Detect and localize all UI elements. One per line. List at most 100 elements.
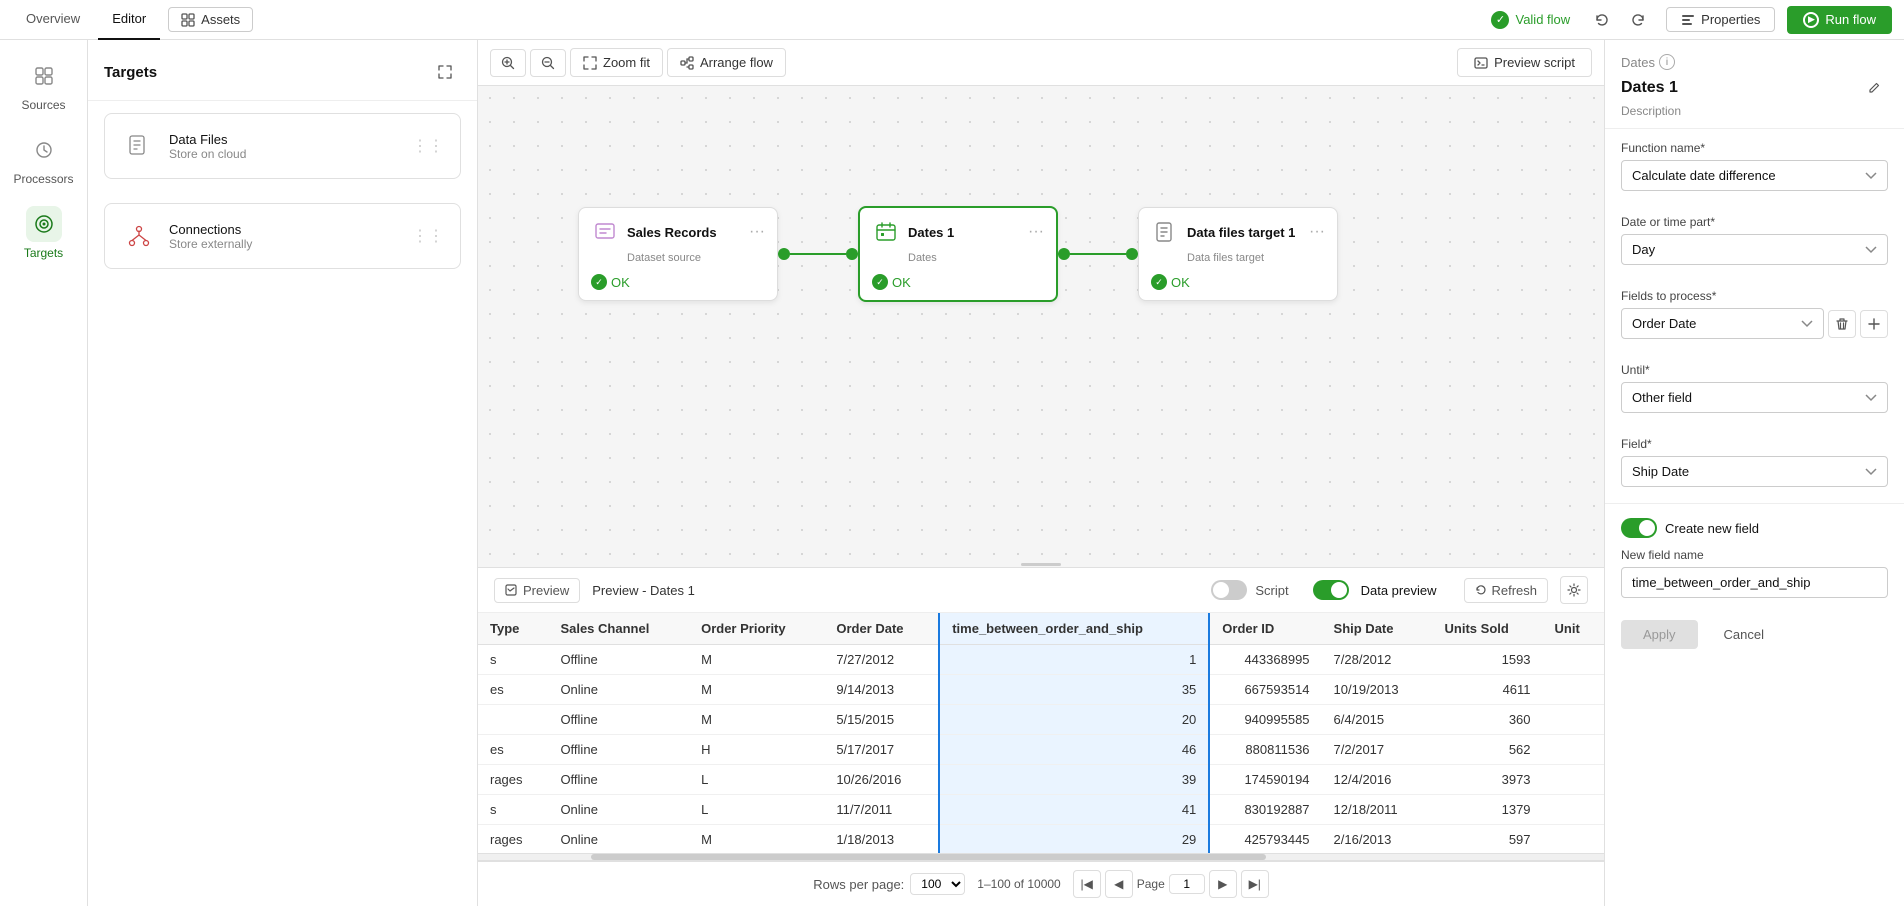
sales-records-node[interactable]: Sales Records ··· Dataset source ✓ OK [578,207,778,301]
tab-overview[interactable]: Overview [12,0,94,40]
edit-icon [1867,81,1881,95]
data-files-target-sub: Data files target [1139,252,1337,268]
function-name-label: Function name* [1621,141,1888,155]
table-row: esOnlineM9/14/20133566759351410/19/20134… [478,675,1604,705]
table-cell: 12/4/2016 [1322,765,1433,795]
data-files-target-node[interactable]: Data files target 1 ··· Data files targe… [1138,207,1338,301]
preview-header: Preview Preview - Dates 1 Script Data pr… [478,568,1604,613]
col-ship-date[interactable]: Ship Date [1322,613,1433,645]
zoom-fit-button[interactable]: Zoom fit [570,48,663,77]
zoom-in-button[interactable] [490,49,526,77]
table-row: OfflineM5/15/2015209409955856/4/2015360 [478,705,1604,735]
script-toggle[interactable] [1211,580,1247,600]
sales-records-menu[interactable]: ··· [749,223,765,241]
sidebar-item-targets[interactable]: Targets [8,196,80,270]
col-unit[interactable]: Unit [1543,613,1604,645]
sidebar-item-sources[interactable]: Sources [8,48,80,122]
refresh-button[interactable]: Refresh [1464,578,1548,603]
col-units-sold[interactable]: Units Sold [1433,613,1543,645]
date-part-select[interactable]: Day [1621,234,1888,265]
until-label: Until* [1621,363,1888,377]
field-label: Field* [1621,437,1888,451]
resize-handle[interactable] [1011,561,1071,567]
redo-button[interactable] [1622,4,1654,36]
redo-icon [1630,12,1646,28]
data-files-target-menu[interactable]: ··· [1309,223,1325,241]
data-table-wrap[interactable]: Type Sales Channel Order Priority Order … [478,613,1604,853]
table-cell: M [689,675,824,705]
table-cell: 11/7/2011 [824,795,939,825]
zoom-out-button[interactable] [530,49,566,77]
table-cell: Online [548,675,689,705]
rows-per-page: Rows per page: 100 50 25 [813,873,965,895]
delete-field-button[interactable] [1828,310,1856,338]
undo-button[interactable] [1586,4,1618,36]
col-order-priority[interactable]: Order Priority [689,613,824,645]
col-order-date[interactable]: Order Date [824,613,939,645]
sidebar-item-processors[interactable]: Processors [8,122,80,196]
apply-button[interactable]: Apply [1621,620,1698,649]
field-select[interactable]: Ship Date [1621,456,1888,487]
data-preview-toggle[interactable] [1313,580,1349,600]
function-name-select[interactable]: Calculate date difference [1621,160,1888,191]
table-cell: Online [548,795,689,825]
preview-script-icon [1474,56,1488,70]
until-select[interactable]: Other field [1621,382,1888,413]
script-toggle-row: Script [1211,580,1288,600]
data-files-card[interactable]: Data Files Store on cloud ⋮⋮ [104,113,461,179]
undo-icon [1594,12,1610,28]
properties-button[interactable]: Properties [1666,7,1775,32]
left-sidebar: Sources Processors Targets [0,40,88,906]
breadcrumb: Dates i [1621,54,1888,70]
data-files-drag-handle[interactable]: ⋮⋮ [412,136,444,156]
new-field-name-input[interactable] [1621,567,1888,598]
preview-tab-button[interactable]: Preview [494,578,580,603]
page-number-input[interactable] [1169,874,1205,894]
col-type[interactable]: Type [478,613,548,645]
flow-canvas[interactable]: Sales Records ··· Dataset source ✓ OK [478,86,1604,567]
preview-script-button[interactable]: Preview script [1457,48,1592,77]
canvas-toolbar: Zoom fit Arrange flow Preview script [478,40,1604,86]
tab-editor[interactable]: Editor [98,0,160,40]
arrange-flow-button[interactable]: Arrange flow [667,48,786,77]
table-cell: 940995585 [1209,705,1321,735]
horizontal-scrollbar[interactable] [478,853,1604,861]
table-cell: s [478,645,548,675]
edit-title-button[interactable] [1860,74,1888,102]
targets-title: Targets [104,64,157,81]
table-row: esOfflineH5/17/2017468808115367/2/201756… [478,735,1604,765]
connections-drag-handle[interactable]: ⋮⋮ [412,226,444,246]
connector-1 [778,248,858,260]
table-cell: 360 [1433,705,1543,735]
table-cell [1543,645,1604,675]
next-page-button[interactable]: ▶ [1209,870,1237,898]
run-flow-button[interactable]: ▶ Run flow [1787,6,1892,34]
connections-card[interactable]: Connections Store externally ⋮⋮ [104,203,461,269]
table-cell: 4611 [1433,675,1543,705]
prev-page-button[interactable]: ◀ [1105,870,1133,898]
add-field-button[interactable] [1860,310,1888,338]
table-cell: 35 [939,675,1209,705]
table-cell [1543,825,1604,854]
cancel-button[interactable]: Cancel [1708,620,1780,649]
table-cell [1543,765,1604,795]
sources-icon-box [26,58,62,94]
table-cell: rages [478,765,548,795]
col-sales-channel[interactable]: Sales Channel [548,613,689,645]
data-files-title: Data Files [169,132,400,147]
first-page-button[interactable]: |◀ [1073,870,1101,898]
col-time-between[interactable]: time_between_order_and_ship [939,613,1209,645]
settings-button[interactable] [1560,576,1588,604]
right-panel-top: Dates i Dates 1 Description [1605,40,1904,129]
expand-targets-button[interactable] [429,56,461,88]
assets-button[interactable]: Assets [168,7,253,32]
dates1-node[interactable]: Dates 1 ··· Dates ✓ OK [858,206,1058,302]
table-cell: 597 [1433,825,1543,854]
rows-per-page-select[interactable]: 100 50 25 [910,873,965,895]
last-page-button[interactable]: ▶| [1241,870,1269,898]
dates1-menu[interactable]: ··· [1028,223,1044,241]
col-order-id[interactable]: Order ID [1209,613,1321,645]
connector-dot-2a [1058,248,1070,260]
fields-to-process-select[interactable]: Order Date [1621,308,1824,339]
create-field-toggle[interactable] [1621,518,1657,538]
